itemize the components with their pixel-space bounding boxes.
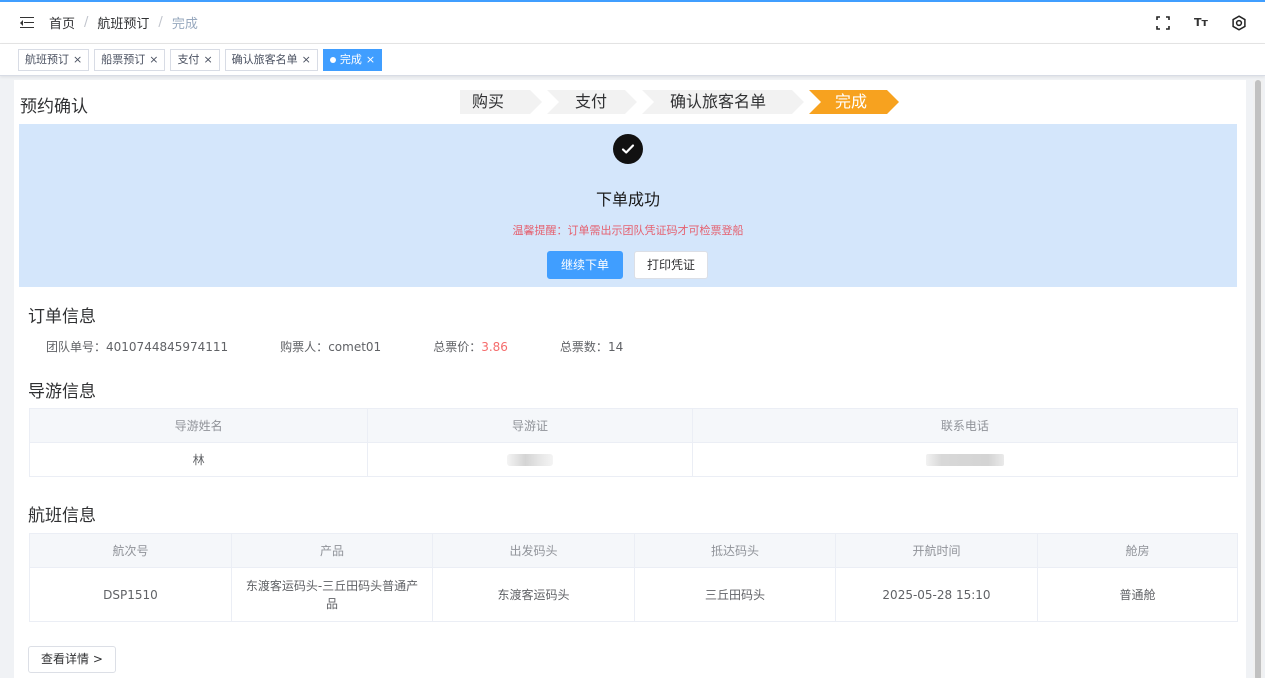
column-header: 导游姓名 [28, 408, 369, 443]
total-price: 总票价：3.86 [433, 338, 508, 355]
column-header: 抵达码头 [634, 533, 836, 568]
breadcrumb-home[interactable]: 首页 [49, 13, 75, 32]
success-title: 下单成功 [595, 190, 660, 209]
breadcrumb: 首页 / 航班预订 / 完成 [49, 13, 198, 32]
main-content: 预约确认 购买 支付 确认旅客名单 完成 下单成功 温馨提醒：订单需出示团队凭证… [14, 80, 1246, 678]
tag-label: 支付 [177, 52, 200, 66]
scrollbar-thumb[interactable] [1255, 80, 1261, 678]
total-count-label: 总票数： [559, 340, 608, 354]
font-size-icon-text: Tт [1194, 16, 1208, 29]
tag-payment[interactable]: 支付 × [170, 48, 220, 71]
total-price-label: 总票价： [433, 340, 482, 354]
time-cell: 2025-05-28 15:10 [835, 567, 1038, 622]
tags-view: 航班预订 × 船票预订 × 支付 × 确认旅客名单 × 完成 × [0, 44, 1265, 76]
order-info: 团队单号：4010744845974111 购票人：comet01 总票价：3.… [46, 338, 675, 355]
column-header: 联系电话 [691, 408, 1239, 443]
page-title: 预约确认 [20, 97, 88, 117]
guide-name-cell: 林 [28, 442, 369, 477]
guide-info-title: 导游信息 [28, 382, 96, 402]
close-icon[interactable]: × [203, 50, 212, 70]
breadcrumb-separator: / [158, 15, 163, 30]
top-header: 首页 / 航班预订 / 完成 Tт [0, 2, 1265, 44]
table-header-row: 航次号 产品 出发码头 抵达码头 开航时间 舱房 [29, 533, 1238, 568]
settings-icon[interactable] [1231, 14, 1247, 31]
tag-ship-ticket[interactable]: 船票预订 × [94, 48, 166, 71]
buyer-value: comet01 [328, 340, 382, 354]
guide-cert-cell [367, 442, 693, 477]
print-voucher-button[interactable]: 打印凭证 [634, 251, 708, 279]
column-header: 舱房 [1037, 533, 1238, 568]
close-icon[interactable]: × [366, 50, 375, 70]
total-count: 总票数：14 [560, 338, 623, 355]
step-payment: 支付 [547, 90, 637, 114]
tag-label: 航班预订 [25, 52, 69, 66]
success-banner: 下单成功 温馨提醒：订单需出示团队凭证码才可检票登船 继续下单 打印凭证 [19, 124, 1237, 287]
group-number-value: 4010744845974111 [106, 340, 229, 354]
product-cell: 东渡客运码头-三丘田码头普通产品 [231, 567, 433, 622]
column-header: 航次号 [29, 533, 232, 568]
step-purchase: 购买 [460, 90, 542, 114]
fullscreen-icon[interactable] [1155, 15, 1171, 31]
step-complete: 完成 [809, 90, 899, 114]
group-number-label: 团队单号： [46, 340, 107, 354]
table-row: 林 [28, 442, 1239, 477]
guide-table: 导游姓名 导游证 联系电话 林 [28, 408, 1239, 477]
buyer: 购票人：comet01 [280, 338, 381, 355]
total-count-value: 14 [607, 340, 624, 354]
continue-order-button[interactable]: 继续下单 [547, 251, 623, 279]
table-row: DSP1510 东渡客运码头-三丘田码头普通产品 东渡客运码头 三丘田码头 20… [29, 567, 1238, 622]
breadcrumb-flight-booking[interactable]: 航班预订 [97, 13, 149, 32]
order-info-title: 订单信息 [28, 307, 96, 327]
vertical-scrollbar[interactable] [1253, 80, 1263, 678]
close-icon[interactable]: × [73, 50, 82, 70]
table-header-row: 导游姓名 导游证 联系电话 [28, 408, 1239, 443]
total-price-value: 3.86 [481, 340, 508, 354]
tag-label: 船票预订 [101, 52, 146, 66]
step-confirm-passengers: 确认旅客名单 [642, 90, 804, 114]
tag-label: 确认旅客名单 [231, 52, 298, 66]
redacted-value [925, 454, 1004, 466]
reminder-text: 温馨提醒：订单需出示团队凭证码才可检票登船 [512, 224, 744, 237]
buyer-label: 购票人： [280, 340, 329, 354]
column-header: 出发码头 [432, 533, 635, 568]
view-details-button[interactable]: 查看详情 > [28, 646, 116, 673]
breadcrumb-separator: / [84, 15, 89, 30]
flight-table: 航次号 产品 出发码头 抵达码头 开航时间 舱房 DSP1510 东渡客运码头-… [29, 533, 1238, 622]
breadcrumb-current: 完成 [171, 17, 198, 32]
column-header: 开航时间 [835, 533, 1038, 568]
close-icon[interactable]: × [149, 50, 158, 70]
cabin-cell: 普通舱 [1037, 567, 1238, 622]
voyage-cell: DSP1510 [29, 567, 232, 622]
depart-cell: 东渡客运码头 [432, 567, 635, 622]
tag-confirm-passengers[interactable]: 确认旅客名单 × [224, 48, 318, 71]
close-icon[interactable]: × [302, 50, 311, 70]
tag-complete[interactable]: 完成 × [322, 48, 383, 71]
tag-flight-booking[interactable]: 航班预订 × [18, 48, 90, 71]
arrive-cell: 三丘田码头 [634, 567, 836, 622]
step-indicator: 购买 支付 确认旅客名单 完成 [460, 90, 904, 114]
flight-info-title: 航班信息 [28, 506, 96, 526]
redacted-value [507, 454, 553, 466]
font-size-icon[interactable]: Tт [1193, 15, 1209, 31]
guide-phone-cell [691, 442, 1239, 477]
product-text: 东渡客运码头-三丘田码头普通产品 [245, 578, 419, 611]
check-circle-icon [613, 134, 643, 164]
menu-toggle-icon[interactable] [20, 16, 34, 29]
tag-label: 完成 [339, 52, 362, 66]
group-number: 团队单号：4010744845974111 [46, 338, 228, 355]
active-dot-icon [329, 56, 336, 63]
column-header: 导游证 [367, 408, 693, 443]
column-header: 产品 [231, 533, 433, 568]
